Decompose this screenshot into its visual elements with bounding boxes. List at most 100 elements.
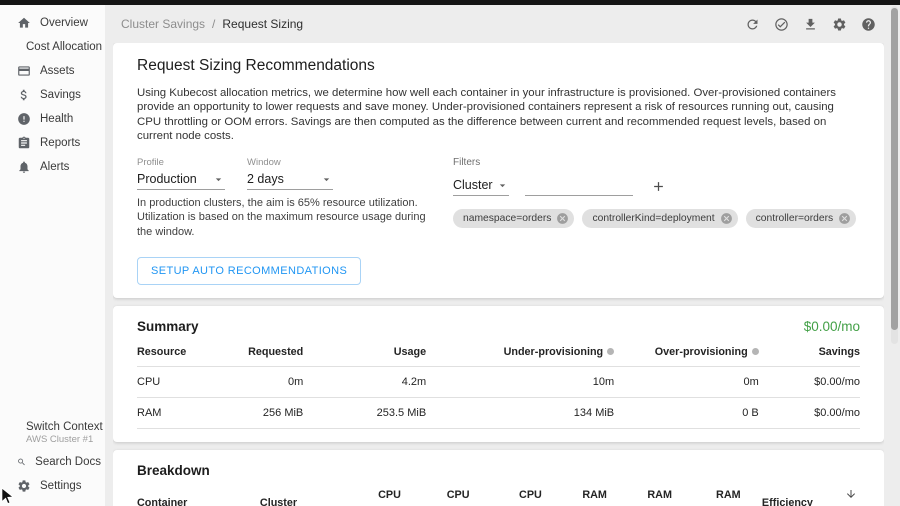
column-header-ram-usage[interactable]: RAM usage bbox=[542, 482, 607, 506]
column-header-over-provisioning: Over-provisioning bbox=[614, 338, 759, 367]
table-cell: 134 MiB bbox=[426, 397, 614, 428]
check-circle-button[interactable] bbox=[772, 15, 791, 34]
column-header-under-provisioning: Under-provisioning bbox=[426, 338, 614, 367]
breadcrumb-cluster-savings[interactable]: Cluster Savings bbox=[121, 17, 205, 31]
sidebar-item-health[interactable]: Health bbox=[0, 107, 105, 131]
dollar-icon bbox=[17, 88, 31, 102]
sidebar-item-reports[interactable]: Reports bbox=[0, 131, 105, 155]
sidebar-item-label: Overview bbox=[40, 17, 88, 29]
close-circle-icon bbox=[838, 212, 851, 225]
column-header-ram-request[interactable]: RAM request bbox=[607, 482, 672, 506]
table-cell: 0m bbox=[217, 366, 304, 397]
sidebar-item-settings[interactable]: Settings bbox=[0, 474, 105, 498]
column-header-usage: Usage bbox=[303, 338, 426, 367]
sidebar-item-label: Search Docs bbox=[35, 456, 101, 468]
caret-down-icon bbox=[496, 179, 509, 192]
table-cell: 253.5 MiB bbox=[303, 397, 426, 428]
controls-row: Profile Production Window 2 days bbox=[137, 157, 860, 239]
summary-card: Summary $0.00/mo ResourceRequestedUsageU… bbox=[113, 306, 884, 442]
help-button[interactable] bbox=[859, 15, 878, 34]
filter-chips: namespace=orderscontrollerKind=deploymen… bbox=[453, 209, 856, 228]
sidebar: Overview Cost Allocation Assets Savings Heal… bbox=[0, 5, 105, 506]
table-cell: 256 MiB bbox=[217, 397, 304, 428]
setup-auto-recommendations-button[interactable]: SETUP AUTO RECOMMENDATIONS bbox=[137, 257, 361, 285]
window-select[interactable]: Window 2 days bbox=[247, 157, 333, 190]
search-icon bbox=[17, 455, 26, 469]
header-actions bbox=[743, 15, 878, 34]
column-header-savings[interactable]: Savings bbox=[813, 482, 860, 506]
table-cell: 0m bbox=[614, 366, 759, 397]
download-icon bbox=[803, 17, 818, 32]
profile-label: Profile bbox=[137, 157, 225, 168]
window-value: 2 days bbox=[247, 172, 284, 186]
filters-label: Filters bbox=[453, 157, 856, 168]
assets-icon bbox=[17, 64, 31, 78]
remove-chip-button[interactable] bbox=[838, 212, 851, 225]
sidebar-item-label: Alerts bbox=[40, 161, 69, 173]
sidebar-item-cost-allocation[interactable]: Cost Allocation bbox=[0, 35, 105, 59]
bell-icon bbox=[17, 160, 31, 174]
sidebar-item-label: Settings bbox=[40, 480, 82, 492]
column-header-container[interactable]: Container bbox=[137, 482, 260, 506]
remove-chip-button[interactable] bbox=[720, 212, 733, 225]
sidebar-item-savings[interactable]: Savings bbox=[0, 83, 105, 107]
table-cell: $0.00/mo bbox=[759, 397, 860, 428]
table-cell: RAM bbox=[137, 397, 217, 428]
sidebar-item-label: Switch Context bbox=[26, 421, 103, 433]
sidebar-item-label: Health bbox=[40, 113, 73, 125]
sidebar-footer: Switch ContextAWS Cluster #1 Search Docs S… bbox=[0, 416, 105, 506]
table-cell: 10m bbox=[426, 366, 614, 397]
refresh-button[interactable] bbox=[743, 15, 762, 34]
column-header-efficiency[interactable]: Efficiency bbox=[741, 482, 813, 506]
sidebar-item-overview[interactable]: Overview bbox=[0, 11, 105, 35]
table-cell: CPU bbox=[137, 366, 217, 397]
close-circle-icon bbox=[556, 212, 569, 225]
settings-button[interactable] bbox=[830, 15, 849, 34]
column-header-ram-recomm-d[interactable]: RAM recomm'd bbox=[672, 482, 741, 506]
summary-table: ResourceRequestedUsageUnder-provisioning… bbox=[137, 338, 860, 429]
breadcrumb-separator: / bbox=[212, 17, 215, 31]
arrow-down-icon bbox=[845, 488, 857, 500]
main-area: Cluster Savings/Request Sizing Request S… bbox=[105, 5, 900, 506]
sidebar-item-label: Assets bbox=[40, 65, 75, 77]
column-header-cpu-usage[interactable]: CPU usage bbox=[354, 482, 401, 506]
page-description: Using Kubecost allocation metrics, we de… bbox=[137, 86, 860, 143]
filter-chip-label: namespace=orders bbox=[463, 213, 551, 224]
plus-icon bbox=[651, 179, 666, 194]
download-button[interactable] bbox=[801, 15, 820, 34]
refresh-icon bbox=[745, 17, 760, 32]
add-filter-button[interactable] bbox=[649, 179, 668, 196]
page-title: Request Sizing Recommendations bbox=[137, 57, 860, 75]
profile-select[interactable]: Profile Production bbox=[137, 157, 225, 190]
column-header-cpu-request[interactable]: CPU request bbox=[401, 482, 470, 506]
column-header-cpu-recomm-d[interactable]: CPU recomm'd bbox=[470, 482, 542, 506]
sidebar-item-switch-context[interactable]: Switch ContextAWS Cluster #1 bbox=[0, 416, 105, 450]
mouse-cursor bbox=[0, 485, 15, 506]
table-row: CPU0m4.2m10m0m$0.00/mo bbox=[137, 366, 860, 397]
column-header-requested: Requested bbox=[217, 338, 304, 367]
sidebar-item-assets[interactable]: Assets bbox=[0, 59, 105, 83]
filter-chip-label: controller=orders bbox=[756, 213, 834, 224]
main-header: Cluster Savings/Request Sizing bbox=[113, 5, 884, 43]
breadcrumb: Cluster Savings/Request Sizing bbox=[121, 17, 303, 31]
sidebar-item-alerts[interactable]: Alerts bbox=[0, 155, 105, 179]
filter-value-input[interactable] bbox=[525, 177, 633, 196]
request-sizing-card: Request Sizing Recommendations Using Kub… bbox=[113, 43, 884, 298]
column-header-resource: Resource bbox=[137, 338, 217, 367]
table-header-row: ResourceRequestedUsageUnder-provisioning… bbox=[137, 338, 860, 367]
scrollbar-thumb[interactable] bbox=[891, 8, 898, 330]
table-cell: $0.00/mo bbox=[759, 366, 860, 397]
column-header-cluster[interactable]: Cluster bbox=[260, 482, 354, 506]
remove-chip-button[interactable] bbox=[556, 212, 569, 225]
settings-icon bbox=[17, 479, 31, 493]
sidebar-item-label: Cost Allocation bbox=[26, 41, 102, 53]
profile-note: In production clusters, the aim is 65% r… bbox=[137, 196, 435, 239]
filters-section: Filters Cluster namespace=orderscontroll… bbox=[453, 157, 856, 239]
column-header-savings: Savings bbox=[759, 338, 860, 367]
table-row: RAM256 MiB253.5 MiB134 MiB0 B$0.00/mo bbox=[137, 397, 860, 428]
check-circle-icon bbox=[774, 17, 789, 32]
filter-type-select[interactable]: Cluster bbox=[453, 176, 509, 196]
sidebar-item-search-docs[interactable]: Search Docs bbox=[0, 450, 105, 474]
sidebar-item-label: Savings bbox=[40, 89, 81, 101]
filter-chip: namespace=orders bbox=[453, 209, 574, 228]
